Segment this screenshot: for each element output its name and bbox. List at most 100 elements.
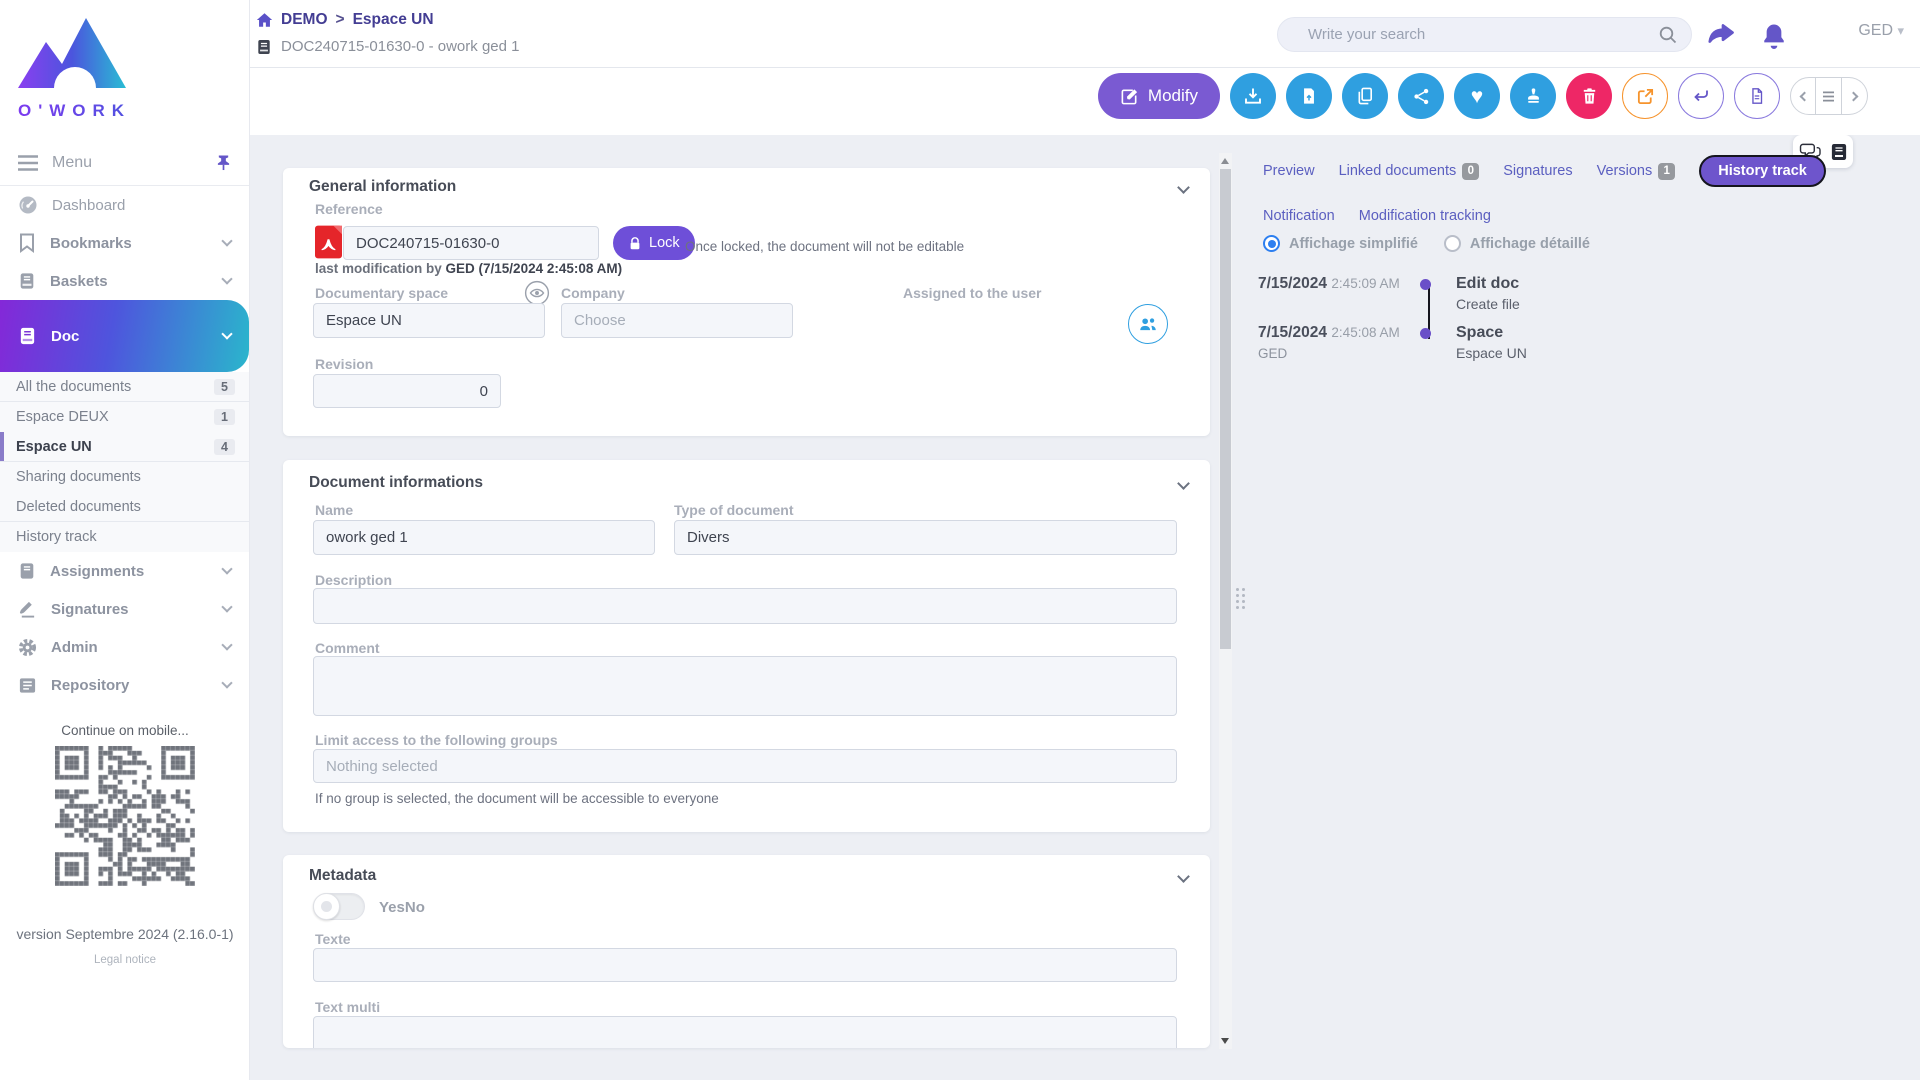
collapse-right-button[interactable] — [1842, 77, 1868, 115]
breadcrumb-home[interactable]: DEMO — [281, 11, 328, 29]
chevron-down-icon — [221, 563, 232, 574]
top-header: DEMO > Espace UN DOC240715-01630-0 - owo… — [250, 0, 1920, 135]
download-button[interactable] — [1230, 73, 1276, 119]
collapse-icon[interactable] — [1177, 181, 1190, 194]
text-multi-input[interactable] — [313, 1016, 1177, 1048]
revision-input[interactable] — [313, 374, 501, 408]
search-input[interactable] — [1308, 26, 1659, 43]
count-badge: 1 — [214, 409, 235, 425]
sidebar-item-label: Doc — [51, 328, 223, 345]
history-title: Space — [1456, 324, 1818, 342]
sidebar-item-deleted-documents[interactable]: Deleted documents — [0, 492, 249, 522]
radio-affichage-detaille[interactable]: Affichage détaillé — [1444, 235, 1590, 252]
sidebar-item-history-track[interactable]: History track — [0, 522, 249, 552]
name-input[interactable] — [313, 520, 655, 555]
pin-icon[interactable] — [216, 154, 231, 172]
comment-input[interactable] — [313, 656, 1177, 716]
tab-badge: 0 — [1462, 163, 1479, 180]
collapse-icon[interactable] — [1177, 870, 1190, 883]
tab-signatures[interactable]: Signatures — [1503, 156, 1572, 186]
share-button[interactable] — [1398, 73, 1444, 119]
sidebar-item-espace-deux[interactable]: Espace DEUX 1 — [0, 402, 249, 432]
tab-modification-tracking[interactable]: Modification tracking — [1359, 201, 1491, 231]
collapse-left-button[interactable] — [1790, 77, 1816, 115]
sidebar-item-bookmarks[interactable]: Bookmarks — [0, 224, 249, 262]
stamp-button[interactable] — [1510, 73, 1556, 119]
scroll-down-arrow[interactable] — [1221, 1038, 1229, 1044]
home-icon[interactable] — [256, 12, 273, 28]
favorite-button[interactable]: ♥ — [1454, 73, 1500, 119]
sidebar-item-repository[interactable]: Repository — [0, 666, 249, 704]
tab-history-track[interactable]: History track — [1699, 155, 1826, 187]
description-input[interactable] — [313, 588, 1177, 624]
sidebar-item-sharing-documents[interactable]: Sharing documents — [0, 462, 249, 492]
type-input[interactable] — [674, 520, 1177, 555]
name-label: Name — [315, 502, 353, 518]
tab-preview[interactable]: Preview — [1263, 156, 1315, 186]
legal-notice-link[interactable]: Legal notice — [0, 954, 250, 966]
sidebar: O'WORK Menu Dashboard Bookmarks Baskets … — [0, 0, 250, 1080]
history-date: 7/15/2024 — [1258, 275, 1327, 292]
tab-versions[interactable]: Versions1 — [1597, 156, 1676, 187]
sidebar-item-signatures[interactable]: Signatures — [0, 590, 249, 628]
lock-button[interactable]: Lock — [613, 226, 695, 260]
modify-button[interactable]: Modify — [1098, 73, 1220, 119]
file-upload-icon — [1300, 86, 1318, 106]
yesno-toggle[interactable] — [313, 893, 365, 920]
hamburger-icon[interactable] — [18, 155, 38, 171]
copy-icon — [1356, 86, 1375, 106]
history-timeline: 7/15/2024 2:45:09 AM Edit doc Create fil… — [1258, 275, 1818, 373]
groups-select[interactable] — [313, 749, 1177, 783]
upload-version-button[interactable] — [1286, 73, 1332, 119]
texte-input[interactable] — [313, 948, 1177, 982]
tab-badge: 1 — [1658, 163, 1675, 180]
open-external-button[interactable] — [1622, 73, 1668, 119]
scrollbar[interactable] — [1219, 153, 1232, 1049]
sidebar-item-dashboard[interactable]: Dashboard — [0, 186, 249, 224]
timeline-dot — [1420, 279, 1431, 290]
scrollbar-thumb[interactable] — [1220, 169, 1231, 649]
breadcrumb-current[interactable]: Espace UN — [353, 11, 434, 29]
pencil-square-icon — [1120, 87, 1139, 106]
assign-users-button[interactable] — [1128, 304, 1168, 344]
file-icon — [1748, 86, 1766, 106]
return-button[interactable] — [1678, 73, 1724, 119]
history-detail: Create file — [1456, 296, 1818, 312]
tab-linked-documents[interactable]: Linked documents0 — [1339, 156, 1480, 187]
sidebar-item-baskets[interactable]: Baskets — [0, 262, 249, 300]
card-header: Document informations — [309, 474, 1188, 492]
documentary-space-input[interactable] — [313, 303, 545, 338]
radio-affichage-simplifie[interactable]: Affichage simplifié — [1263, 235, 1418, 252]
panes-button[interactable] — [1816, 77, 1842, 115]
display-mode-options: Affichage simplifié Affichage détaillé — [1263, 235, 1590, 252]
sidebar-item-doc[interactable]: Doc — [0, 300, 249, 372]
heart-icon: ♥ — [1471, 86, 1483, 107]
signature-pen-icon — [18, 599, 37, 619]
sidebar-item-espace-un[interactable]: Espace UN 4 — [0, 432, 249, 462]
collapse-icon[interactable] — [1177, 477, 1190, 490]
company-input[interactable] — [561, 303, 793, 338]
brand-logo: O'WORK — [0, 0, 249, 140]
account-menu[interactable]: GED ▾ — [1858, 22, 1904, 40]
general-information-card: General information Reference Lock Once … — [283, 168, 1210, 436]
groups-hint: If no group is selected, the document wi… — [315, 791, 719, 806]
copy-button[interactable] — [1342, 73, 1388, 119]
sidebar-item-all-documents[interactable]: All the documents 5 — [0, 372, 249, 402]
lock-icon — [628, 236, 642, 251]
forward-share-icon[interactable] — [1704, 20, 1737, 48]
delete-button[interactable] — [1566, 73, 1612, 119]
users-icon — [1137, 316, 1159, 333]
sidebar-item-assignments[interactable]: Assignments — [0, 552, 249, 590]
tab-notification[interactable]: Notification — [1263, 201, 1335, 231]
text-multi-label: Text multi — [315, 999, 380, 1015]
scroll-up-arrow[interactable] — [1221, 158, 1229, 164]
document-view-button[interactable] — [1734, 73, 1780, 119]
search-icon[interactable] — [1659, 26, 1677, 44]
panel-resize-handle[interactable] — [1236, 588, 1245, 609]
reference-input[interactable] — [343, 226, 599, 260]
account-label: GED — [1858, 22, 1893, 39]
sidebar-item-admin[interactable]: Admin — [0, 628, 249, 666]
count-badge: 5 — [214, 379, 235, 395]
history-user: GED — [1258, 346, 1416, 361]
bell-icon[interactable] — [1759, 20, 1789, 51]
